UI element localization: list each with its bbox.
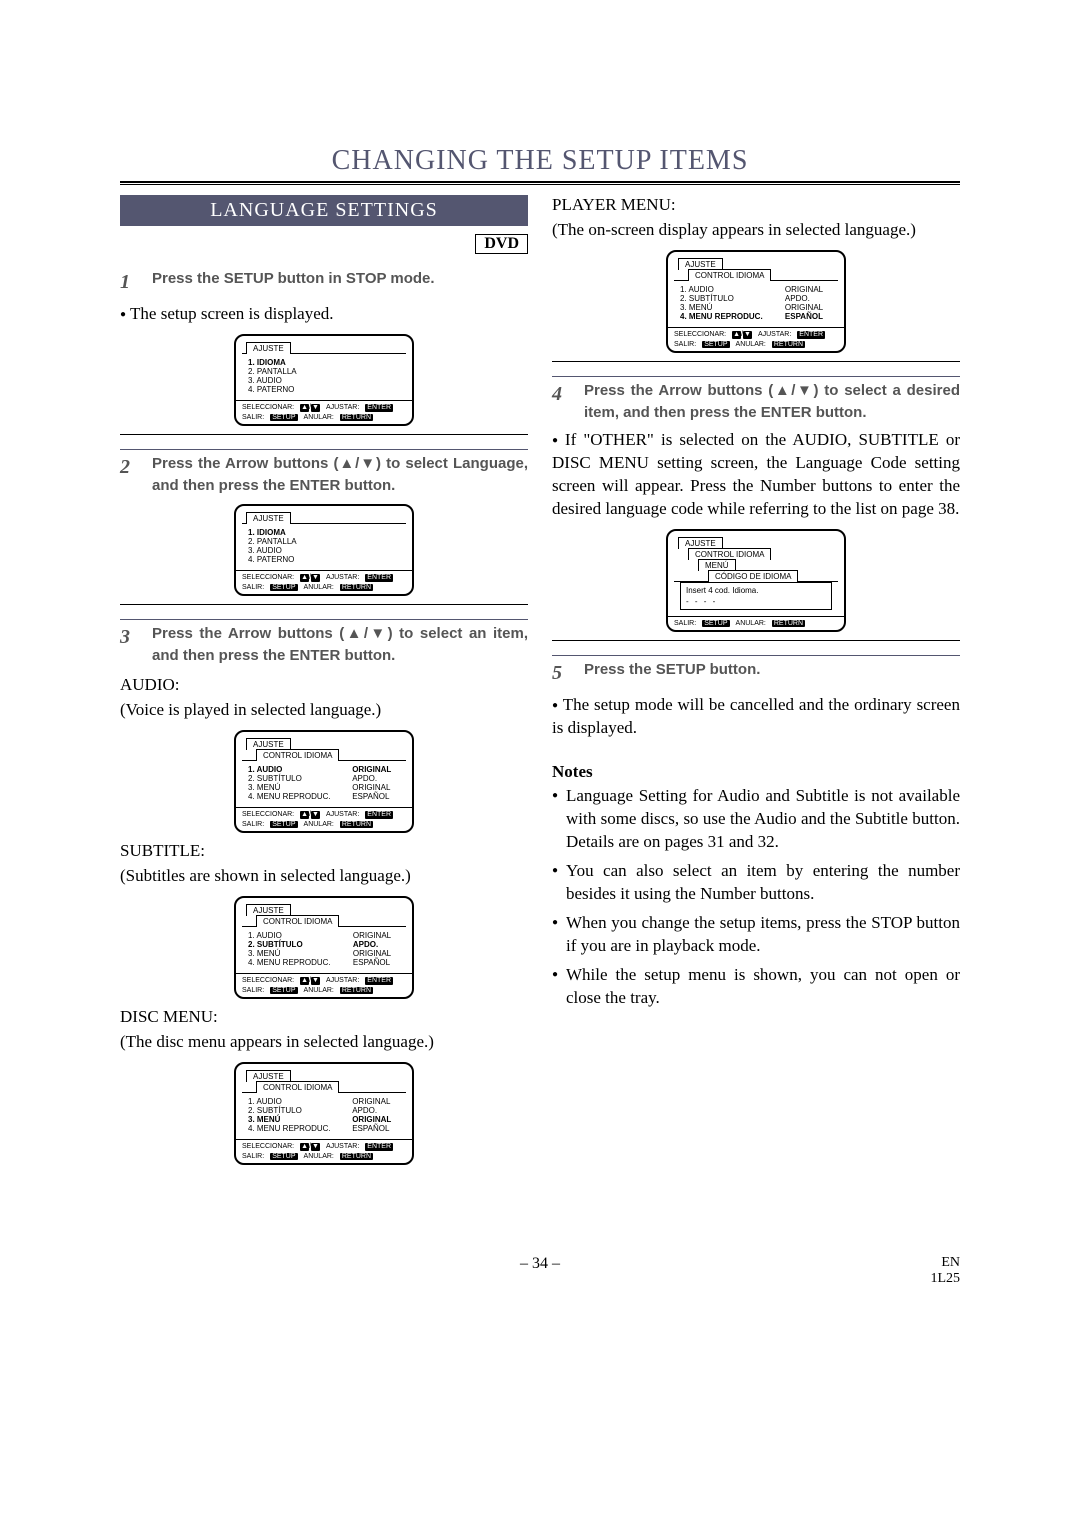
dvd-tag: DVD bbox=[475, 234, 528, 254]
step-number: 3 bbox=[120, 623, 138, 652]
divider bbox=[552, 361, 960, 362]
divider bbox=[120, 604, 528, 605]
divider bbox=[120, 181, 960, 183]
osd-screenshot-playermenu: AJUSTE CONTROL IDIOMA 1. AUDIOORIGINAL 2… bbox=[552, 250, 960, 353]
note-item: You can also select an item by entering … bbox=[552, 860, 960, 906]
osd-code-input: Insert 4 cod. Idioma. - - - - bbox=[680, 582, 832, 610]
step-text: Press the Arrow buttons (▲/▼) to select … bbox=[152, 623, 528, 667]
discmenu-heading: DISC MENU: bbox=[120, 1007, 528, 1027]
step-2: 2 Press the Arrow buttons (▲/▼) to selec… bbox=[120, 449, 528, 497]
left-column: LANGUAGE SETTINGS DVD 1 Press the SETUP … bbox=[120, 195, 528, 1173]
audio-heading: AUDIO: bbox=[120, 675, 528, 695]
step-subtext: The setup mode will be cancelled and the… bbox=[552, 694, 960, 740]
step-subtext: The setup screen is displayed. bbox=[120, 303, 528, 326]
step-text: Press the SETUP button. bbox=[584, 659, 960, 681]
osd-screenshot-code: AJUSTE CONTROL IDIOMA MENÚ CÓDIGO DE IDI… bbox=[552, 529, 960, 632]
divider bbox=[120, 434, 528, 435]
osd-tab: AJUSTE bbox=[246, 512, 291, 524]
note-item: While the setup menu is shown, you can n… bbox=[552, 964, 960, 1010]
osd-footer: SELECCIONAR:/ AJUSTAR:ENTER SALIR:SETUP … bbox=[236, 570, 412, 594]
content-columns: LANGUAGE SETTINGS DVD 1 Press the SETUP … bbox=[120, 195, 960, 1173]
discmenu-desc: (The disc menu appears in selected langu… bbox=[120, 1031, 528, 1054]
step-text: Press the Arrow buttons (▲/▼) to select … bbox=[152, 453, 528, 497]
divider bbox=[552, 640, 960, 641]
right-column: PLAYER MENU: (The on-screen display appe… bbox=[552, 195, 960, 1173]
step-5: 5 Press the SETUP button. bbox=[552, 655, 960, 688]
page-code: EN1L25 bbox=[930, 1255, 960, 1287]
step-subtext: If "OTHER" is selected on the AUDIO, SUB… bbox=[552, 429, 960, 521]
step-number: 5 bbox=[552, 659, 570, 688]
notes-list: Language Setting for Audio and Subtitle … bbox=[552, 785, 960, 1009]
osd-screenshot-audio: AJUSTE CONTROL IDIOMA 1. AUDIOORIGINAL 2… bbox=[120, 730, 528, 833]
divider bbox=[120, 184, 960, 185]
step-3: 3 Press the Arrow buttons (▲/▼) to selec… bbox=[120, 619, 528, 667]
manual-page: CHANGING THE SETUP ITEMS LANGUAGE SETTIN… bbox=[120, 145, 960, 1173]
step-number: 4 bbox=[552, 380, 570, 409]
playermenu-desc: (The on-screen display appears in select… bbox=[552, 219, 960, 242]
step-number: 1 bbox=[120, 268, 138, 297]
page-footer: – 34 – EN1L25 bbox=[120, 1255, 960, 1273]
osd-screenshot-subtitle: AJUSTE CONTROL IDIOMA 1. AUDIOORIGINAL 2… bbox=[120, 896, 528, 999]
step-text: Press the Arrow buttons (▲/▼) to select … bbox=[584, 380, 960, 424]
subtitle-heading: SUBTITLE: bbox=[120, 841, 528, 861]
page-title: CHANGING THE SETUP ITEMS bbox=[120, 145, 960, 177]
page-number: – 34 – bbox=[120, 1255, 960, 1273]
playermenu-heading: PLAYER MENU: bbox=[552, 195, 960, 215]
osd-screenshot: AJUSTE 1. IDIOMA 2. PANTALLA 3. AUDIO 4.… bbox=[120, 504, 528, 596]
step-1: 1 Press the SETUP button in STOP mode. bbox=[120, 268, 528, 297]
step-number: 2 bbox=[120, 453, 138, 482]
subtitle-desc: (Subtitles are shown in selected languag… bbox=[120, 865, 528, 888]
note-item: Language Setting for Audio and Subtitle … bbox=[552, 785, 960, 854]
step-4: 4 Press the Arrow buttons (▲/▼) to selec… bbox=[552, 376, 960, 424]
step-text: Press the SETUP button in STOP mode. bbox=[152, 268, 528, 290]
audio-desc: (Voice is played in selected language.) bbox=[120, 699, 528, 722]
section-banner: LANGUAGE SETTINGS bbox=[120, 195, 528, 226]
osd-footer: SELECCIONAR:/ AJUSTAR:ENTER SALIR:SETUP … bbox=[236, 400, 412, 424]
notes-heading: Notes bbox=[552, 762, 960, 782]
note-item: When you change the setup items, press t… bbox=[552, 912, 960, 958]
osd-screenshot-discmenu: AJUSTE CONTROL IDIOMA 1. AUDIOORIGINAL 2… bbox=[120, 1062, 528, 1165]
osd-screenshot: AJUSTE 1. IDIOMA 2. PANTALLA 3. AUDIO 4.… bbox=[120, 334, 528, 426]
osd-tab: AJUSTE bbox=[246, 342, 291, 354]
